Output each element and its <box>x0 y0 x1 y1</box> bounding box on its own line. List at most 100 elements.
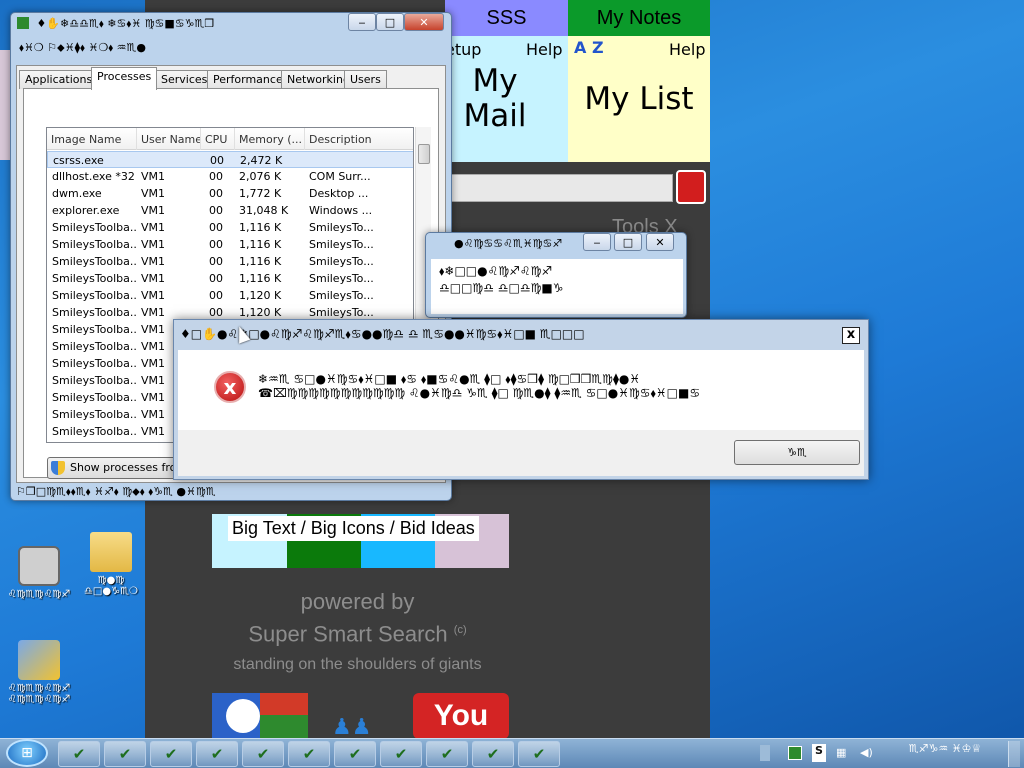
big-text-label[interactable]: Big Text / Big Icons / Bid Ideas <box>228 516 479 541</box>
table-cell: SmileysTo... <box>309 289 374 302</box>
table-cell: 00 <box>209 204 223 217</box>
window-title: ♦✋❄♎♎♏⬧ ❄♋⬧♓ ♍♋■♋♑♏❒ <box>36 17 215 30</box>
show-processes-button[interactable]: Show processes from <box>47 457 177 479</box>
tagline: standing on the shoulders of giants <box>233 656 482 673</box>
table-cell: 00 <box>209 221 223 234</box>
shield-icon <box>51 461 65 475</box>
desktop-icon-shortcut[interactable]: ♌♍♏♍♌♍♐ ♌♍♏♍♌♍♐ <box>0 640 78 705</box>
table-cell: 2,076 K <box>239 170 282 183</box>
youtube-icon[interactable]: You <box>413 693 509 739</box>
tab-services[interactable]: Services <box>155 70 214 89</box>
table-cell: 2,472 K <box>240 154 283 167</box>
table-cell: VM1 <box>141 187 166 200</box>
my-mail-tile[interactable]: etup Help My Mail <box>445 36 568 162</box>
tv-download-icon[interactable] <box>676 170 706 204</box>
tab-users[interactable]: Users <box>344 70 387 89</box>
table-cell: csrss.exe <box>53 154 104 167</box>
clock[interactable]: ♏♐♑♒ ♓♔♕ <box>890 743 1000 754</box>
my-notes-tile[interactable]: My Notes <box>568 0 710 36</box>
table-cell: Windows ... <box>309 204 373 217</box>
minimize-button[interactable]: ‒ <box>348 13 376 31</box>
column-user-name[interactable]: User Name <box>137 128 201 150</box>
tab-processes[interactable]: Processes <box>91 67 158 90</box>
status-bar: ⚐❒□♍♏⬧⬧♏⬧ ♓♐⬧ ♍⬥⬧ ⬧♑♏ ●♓♍♏ <box>16 485 216 498</box>
my-list-tile[interactable]: A Z Help My List <box>568 36 710 162</box>
table-cell: 1,772 K <box>239 187 282 200</box>
search-input[interactable] <box>445 174 673 202</box>
menu-bar[interactable]: ⬧♓❍ ⚐⬥♓⧫⬧ ♓❍⬧ ♒♏● <box>19 41 146 59</box>
table-cell: SmileysToolba... <box>52 238 136 251</box>
column-image-name[interactable]: Image Name <box>47 128 137 150</box>
column-cpu[interactable]: CPU <box>201 128 235 150</box>
table-row[interactable]: dllhost.exe *32 VM1 00 2,076 K COM Surr... <box>47 168 413 185</box>
people-icon[interactable]: ♟♟ <box>332 715 387 740</box>
taskbar-app-button[interactable]: ✔ <box>58 741 100 767</box>
taskbar-app-button[interactable]: ✔ <box>196 741 238 767</box>
table-cell: SmileysToolba... <box>52 323 136 336</box>
desktop-icon-robot[interactable]: ♌♍♏♍♌♍♐ <box>0 546 78 600</box>
column-memory[interactable]: Memory (... <box>235 128 305 150</box>
table-cell: dllhost.exe *32 <box>52 170 135 183</box>
minimize-button[interactable]: ‒ <box>583 233 611 251</box>
help-link-left[interactable]: Help <box>526 40 562 59</box>
error-dialog-body: x ❄♒♏ ♋□●♓♍♋⬧♓□■ ⬧♋ ⬧■♋♌●♏ ⧫□ ⬧⧫♋❒⧫ ♍□❒❒… <box>178 350 864 430</box>
google-icon[interactable] <box>212 693 308 739</box>
close-button[interactable]: x <box>842 327 860 344</box>
network-icon[interactable]: ▦ <box>836 746 846 759</box>
show-hidden-icons[interactable] <box>760 745 770 761</box>
table-cell: SmileysToolba... <box>52 391 136 404</box>
table-cell: SmileysToolba... <box>52 340 136 353</box>
table-row[interactable]: SmileysToolba... VM1 00 1,120 K SmileysTo... <box>47 287 413 304</box>
start-button[interactable]: ⊞ <box>6 739 48 767</box>
taskbar-app-button[interactable]: ✔ <box>472 741 514 767</box>
taskbar-app-button[interactable]: ✔ <box>288 741 330 767</box>
taskbar-app-button[interactable]: ✔ <box>242 741 284 767</box>
table-cell: Desktop ... <box>309 187 369 200</box>
taskbar-app-button[interactable]: ✔ <box>380 741 422 767</box>
desktop-icon-folder[interactable]: ♍●♍ ♎□●♑♏❍ <box>72 532 150 597</box>
close-button[interactable]: ✕ <box>404 13 444 31</box>
table-row[interactable]: SmileysToolba... VM1 00 1,116 K SmileysTo... <box>47 253 413 270</box>
table-row[interactable]: SmileysToolba... VM1 00 1,116 K SmileysTo... <box>47 270 413 287</box>
table-row[interactable]: csrss.exe 00 2,472 K <box>47 151 413 168</box>
my-mail-label: My Mail <box>463 63 527 134</box>
table-row[interactable]: SmileysToolba... VM1 00 1,116 K SmileysTo... <box>47 219 413 236</box>
tab-applications[interactable]: Applications <box>19 70 99 89</box>
volume-icon[interactable]: ◀) <box>860 746 873 759</box>
show-desktop-button[interactable] <box>1008 741 1020 767</box>
scrollbar-thumb[interactable] <box>418 144 430 164</box>
background-dialog-body: ⬧❄□□●♌♍♐♌♍♐ ♎□□♍♎ ♎□♎♍■♑ <box>431 259 683 314</box>
table-cell: SmileysTo... <box>309 221 374 234</box>
maximize-button[interactable]: □ <box>376 13 404 31</box>
tray-s-icon[interactable]: S <box>812 744 826 762</box>
system-tray[interactable]: S ▦ ◀) ♏♐♑♒ ♓♔♕ <box>750 739 1024 768</box>
sort-az-icon[interactable]: A Z <box>574 38 604 57</box>
ok-button[interactable]: ♑♏ <box>734 440 860 465</box>
table-cell: 00 <box>209 306 223 319</box>
table-row[interactable]: dwm.exe VM1 00 1,772 K Desktop ... <box>47 185 413 202</box>
taskbar-app-button[interactable]: ✔ <box>334 741 376 767</box>
error-dialog[interactable]: ♦□✋●♌❄□●♌♍♐♌♍♐♏⬧♋●●♍♎ ♎ ♏♋●●♓♍♋⬧♓□■ ♏□□□… <box>173 319 869 480</box>
sss-tile[interactable]: SSS <box>445 0 568 36</box>
close-button[interactable]: ✕ <box>646 233 674 251</box>
table-row[interactable]: SmileysToolba... VM1 00 1,116 K SmileysTo... <box>47 236 413 253</box>
table-cell: 31,048 K <box>239 204 289 217</box>
table-cell: SmileysToolba... <box>52 408 136 421</box>
table-cell: VM1 <box>141 272 166 285</box>
tab-performance[interactable]: Performance <box>207 70 289 89</box>
tray-app-icon[interactable] <box>788 746 802 760</box>
table-cell: VM1 <box>141 221 166 234</box>
table-cell: SmileysToolba... <box>52 374 136 387</box>
table-cell: 00 <box>209 255 223 268</box>
taskbar-app-button[interactable]: ✔ <box>150 741 192 767</box>
taskbar-app-button[interactable]: ✔ <box>518 741 560 767</box>
error-icon: x <box>214 371 246 403</box>
help-link-right[interactable]: Help <box>669 40 705 59</box>
table-row[interactable]: explorer.exe VM1 00 31,048 K Windows ... <box>47 202 413 219</box>
table-cell: 00 <box>209 187 223 200</box>
column-description[interactable]: Description <box>305 128 413 150</box>
taskbar-app-button[interactable]: ✔ <box>426 741 468 767</box>
taskbar-app-button[interactable]: ✔ <box>104 741 146 767</box>
background-dialog[interactable]: ●♌♍♋♋♌♏♓♍♋♐ ‒ □ ✕ ⬧❄□□●♌♍♐♌♍♐ ♎□□♍♎ ♎□♎♍… <box>425 232 687 318</box>
maximize-button[interactable]: □ <box>614 233 642 251</box>
